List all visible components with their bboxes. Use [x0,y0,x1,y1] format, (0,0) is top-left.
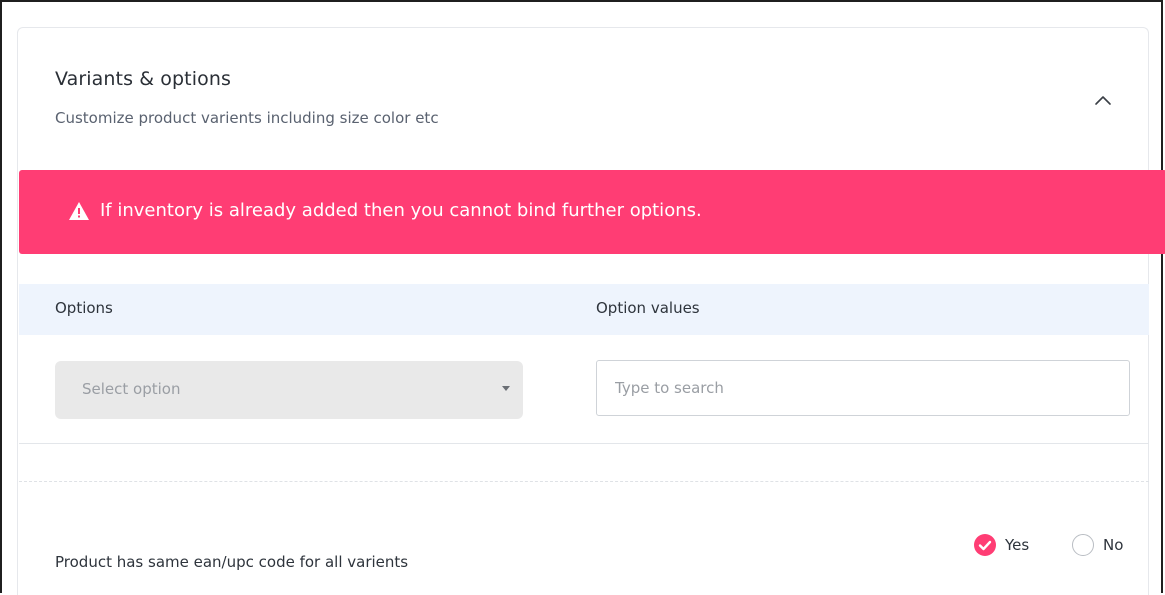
radio-no-label: No [1103,536,1124,554]
option-values-column-header: Option values [596,299,700,317]
radio-empty-icon [1072,534,1094,556]
variants-options-card: Variants & options Customize product var… [17,27,1165,595]
divider [19,443,1149,444]
section-title: Variants & options [55,68,231,90]
check-circle-icon [974,534,996,556]
options-table-header: Options Option values [19,284,1149,335]
caret-down-icon [502,386,510,391]
collapse-button[interactable] [1089,86,1117,114]
section-subtitle: Customize product varients including siz… [55,109,439,127]
option-values-search-input[interactable] [596,360,1130,416]
options-column-header: Options [55,299,113,317]
option-select-placeholder: Select option [82,380,181,398]
warning-triangle-icon [69,202,89,220]
radio-no[interactable]: No [1072,534,1123,556]
radio-yes-label: Yes [1005,536,1030,554]
radio-yes[interactable]: Yes [974,534,1029,556]
option-select[interactable]: Select option [55,361,523,419]
ean-upc-setting-label: Product has same ean/upc code for all va… [55,553,409,571]
alert-message: If inventory is already added then you c… [100,200,702,221]
window-frame: Variants & options Customize product var… [0,0,1165,595]
chevron-up-icon [1095,96,1111,105]
inventory-alert-banner: If inventory is already added then you c… [19,170,1165,254]
dashed-divider [19,481,1149,482]
